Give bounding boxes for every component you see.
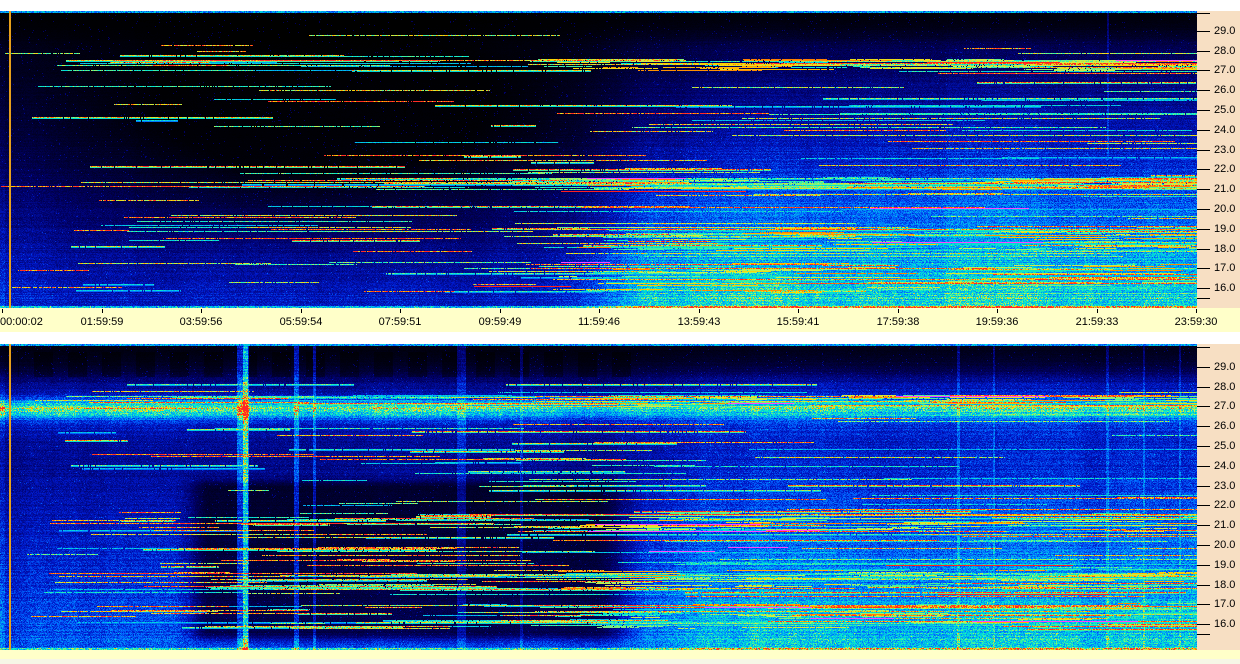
time-tick	[1097, 309, 1098, 313]
time-label: 00:00:02	[0, 316, 43, 329]
freq-label: 22.0	[1214, 499, 1235, 511]
freq-label: 24.0	[1214, 460, 1235, 472]
freq-tick	[1197, 624, 1210, 625]
freq-label: 25.0	[1214, 104, 1235, 116]
panel-title-east-west: AJ4CO Oak Lane 09 Mar 2026 - FSX-1S on 2…	[0, 0, 1240, 11]
time-tick	[2, 309, 3, 313]
time-label: 03:59:56	[180, 316, 223, 329]
freq-tick	[1197, 505, 1210, 506]
time-label: 19:59:36	[976, 316, 1019, 329]
time-label: 15:59:41	[777, 316, 820, 329]
freq-tick	[1197, 130, 1210, 131]
freq-label: 26.0	[1214, 420, 1235, 432]
freq-tick	[1197, 446, 1210, 447]
freq-tick	[1197, 486, 1210, 487]
freq-label: 29.0	[1214, 361, 1235, 373]
freq-tick	[1197, 31, 1210, 32]
freq-label: 22.0	[1214, 163, 1235, 175]
panel-title-north-south: AJ4CO Oak Lane 09 Mar 2026 - FSX-1S on 2…	[0, 332, 1240, 344]
freq-tick	[1197, 70, 1210, 71]
freq-edge-tick	[1197, 347, 1210, 348]
freq-tick	[1197, 229, 1210, 230]
freq-tick	[1197, 545, 1210, 546]
freq-label: 28.0	[1214, 45, 1235, 57]
freq-tick	[1197, 426, 1210, 427]
time-label: 09:59:49	[479, 316, 522, 329]
freq-axis-east-west: 29.0 28.0 27.0 26.0 25.0 24.0 23.0 22.0 21.0 20.0…	[1197, 11, 1240, 308]
freq-tick	[1197, 189, 1210, 190]
freq-tick	[1197, 367, 1210, 368]
freq-tick	[1197, 525, 1210, 526]
freq-label: 27.0	[1214, 64, 1235, 76]
freq-label: 26.0	[1214, 84, 1235, 96]
time-tick	[997, 309, 998, 313]
freq-label: 16.0	[1214, 618, 1235, 630]
freq-label: 20.0	[1214, 203, 1235, 215]
freq-tick	[1197, 209, 1210, 210]
freq-label: 16.0	[1214, 282, 1235, 294]
time-tick	[599, 309, 600, 313]
freq-tick	[1197, 466, 1210, 467]
time-label: 17:59:38	[877, 316, 920, 329]
freq-tick	[1197, 150, 1210, 151]
time-label: 01:59:59	[81, 316, 124, 329]
time-tick	[798, 309, 799, 313]
freq-label: 21.0	[1214, 183, 1235, 195]
time-tick	[1196, 309, 1197, 313]
time-label: 05:59:54	[280, 316, 323, 329]
time-label: 11:59:46	[578, 316, 620, 329]
freq-tick	[1197, 110, 1210, 111]
freq-edge-tick	[1197, 634, 1210, 635]
time-tick	[699, 309, 700, 313]
freq-label: 18.0	[1214, 579, 1235, 591]
time-tick	[201, 309, 202, 313]
freq-tick	[1197, 585, 1210, 586]
freq-label: 17.0	[1214, 262, 1235, 274]
freq-tick	[1197, 288, 1210, 289]
freq-label: 27.0	[1214, 400, 1235, 412]
freq-label: 29.0	[1214, 25, 1235, 37]
freq-tick	[1197, 565, 1210, 566]
time-label: 13:59:43	[678, 316, 721, 329]
freq-tick	[1197, 387, 1210, 388]
freq-edge-tick	[1197, 298, 1210, 299]
freq-tick	[1197, 268, 1210, 269]
freq-label: 19.0	[1214, 559, 1235, 571]
freq-edge-tick	[1197, 13, 1210, 14]
freq-tick	[1197, 51, 1210, 52]
time-tick	[898, 309, 899, 313]
time-label: 07:59:51	[379, 316, 422, 329]
freq-tick	[1197, 406, 1210, 407]
time-tick	[500, 309, 501, 313]
freq-label: 19.0	[1214, 223, 1235, 235]
spectrogram-canvas-east-west[interactable]	[0, 11, 1197, 308]
freq-label: 20.0	[1214, 539, 1235, 551]
time-tick	[102, 309, 103, 313]
freq-tick	[1197, 169, 1210, 170]
time-tick	[301, 309, 302, 313]
freq-label: 28.0	[1214, 381, 1235, 393]
freq-label: 23.0	[1214, 144, 1235, 156]
time-axis-cropped	[0, 650, 1240, 664]
freq-tick	[1197, 604, 1210, 605]
freq-label: 18.0	[1214, 243, 1235, 255]
bottom-edge	[0, 659, 1240, 664]
freq-tick	[1197, 90, 1210, 91]
freq-tick	[1197, 249, 1210, 250]
time-tick	[400, 309, 401, 313]
time-label: 23:59:30	[1175, 316, 1218, 329]
freq-axis-north-south: 29.0 28.0 27.0 26.0 25.0 24.0 23.0 22.0 21.0 20.0…	[1197, 344, 1240, 650]
freq-label: 21.0	[1214, 519, 1235, 531]
freq-label: 17.0	[1214, 598, 1235, 610]
time-label: 21:59:33	[1076, 316, 1119, 329]
spectrogram-canvas-north-south[interactable]	[0, 344, 1197, 650]
freq-label: 23.0	[1214, 480, 1235, 492]
spectrograph-window: AJ4CO Oak Lane 09 Mar 2026 - FSX-1S on 2…	[0, 0, 1240, 664]
time-axis: 00:00:02 01:59:59 03:59:56 05:59:54 07:59:51…	[0, 308, 1240, 332]
freq-label: 24.0	[1214, 124, 1235, 136]
freq-label: 25.0	[1214, 440, 1235, 452]
